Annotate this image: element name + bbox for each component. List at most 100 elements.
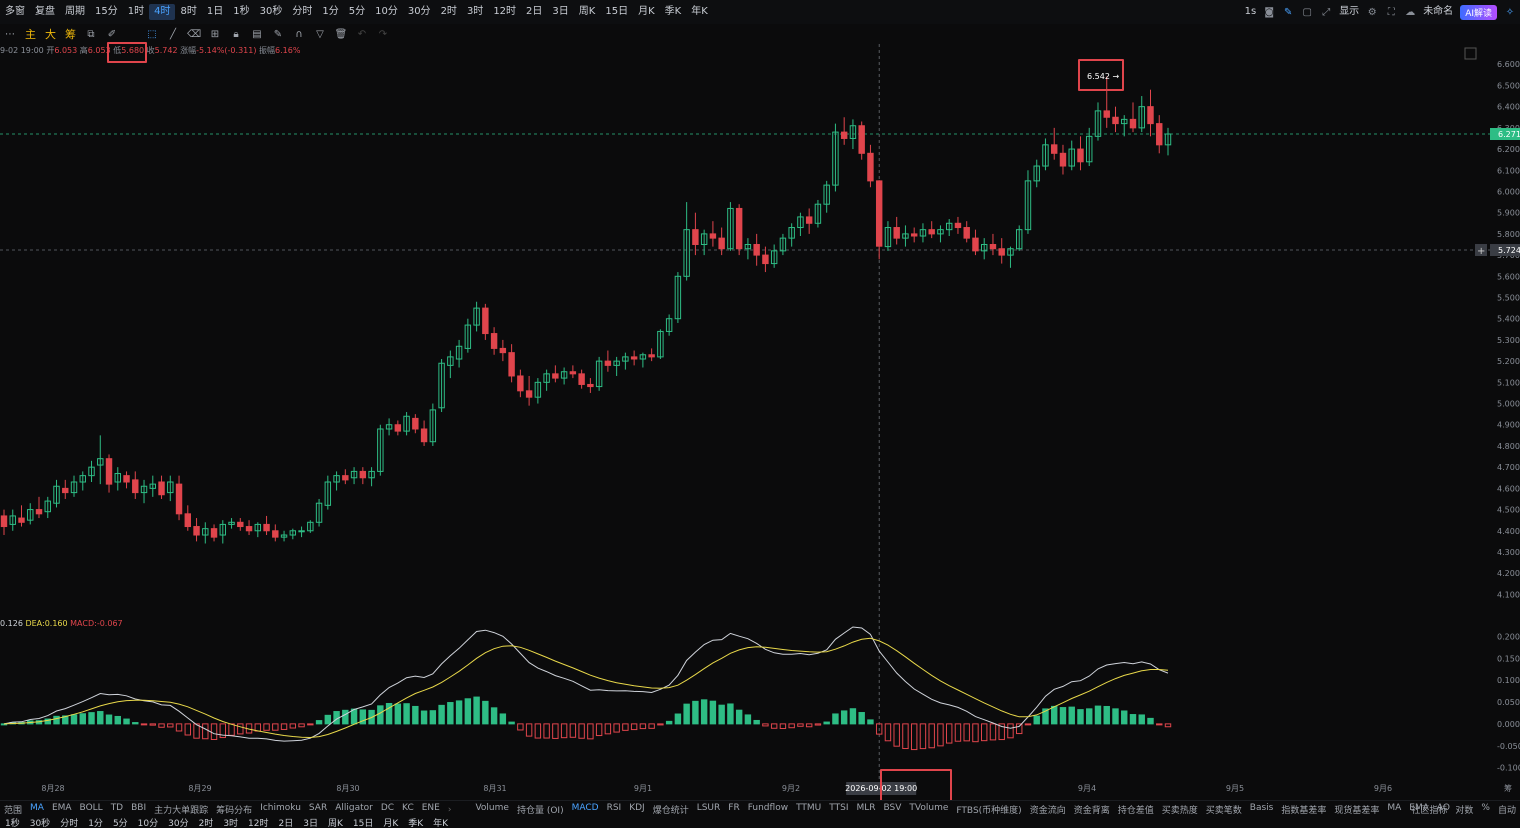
sub-indicator-16[interactable]: 资金背离 <box>1070 803 1114 816</box>
main-indicator-6[interactable]: 主力大单跟踪 <box>150 803 212 816</box>
candle-body <box>263 523 270 532</box>
bottom-interval-4[interactable]: 5分 <box>108 817 133 828</box>
macd-histogram-bar <box>762 723 769 727</box>
candle-body <box>910 233 918 237</box>
bottom-interval-12[interactable]: 周K <box>323 817 348 828</box>
sub-indicator-6[interactable]: LSUR <box>693 803 725 816</box>
macd-legend: 0.126 DEA:0.160 MACD:-0.067 <box>0 619 123 628</box>
bottom-interval-8[interactable]: 3时 <box>218 817 243 828</box>
main-indicator-9[interactable]: SAR <box>305 803 331 816</box>
bottom-interval-1[interactable]: 30秒 <box>25 817 55 828</box>
main-indicator-10[interactable]: Alligator <box>331 803 377 816</box>
candle-body <box>35 509 43 515</box>
macd-histogram-bar <box>1077 709 1084 725</box>
candle-body <box>587 383 594 388</box>
price-tick: 4.600 <box>1497 484 1520 493</box>
sub-indicator-17[interactable]: 持仓差值 <box>1114 803 1158 816</box>
main-indicator-2[interactable]: EMA <box>48 803 76 816</box>
max-highlight-box <box>1078 59 1124 91</box>
bottom-interval-16[interactable]: 年K <box>428 817 453 828</box>
macd-histogram-bar <box>53 715 60 725</box>
candle-body <box>499 347 507 354</box>
main-indicator-3[interactable]: BOLL <box>76 803 107 816</box>
sub-indicator-8[interactable]: Fundflow <box>744 803 792 816</box>
macd-histogram-bar <box>88 712 95 725</box>
macd-histogram-bar <box>1121 710 1128 725</box>
main-indicator-7[interactable]: 筹码分布 <box>212 803 256 816</box>
bottom-interval-13[interactable]: 15日 <box>348 817 378 828</box>
bottom-interval-2[interactable]: 分时 <box>55 817 83 828</box>
price-tick: 4.900 <box>1497 421 1520 430</box>
macd-histogram-bar <box>429 710 437 725</box>
bottom-interval-7[interactable]: 2时 <box>194 817 219 828</box>
sub-indicator-2[interactable]: MACD <box>568 803 603 816</box>
candle-body <box>1129 118 1137 129</box>
sub-indicator-5[interactable]: 爆仓统计 <box>649 803 693 816</box>
macd-histogram-bar <box>788 723 795 729</box>
bottom-interval-15[interactable]: 季K <box>403 817 428 828</box>
macd-histogram-bar <box>858 712 865 725</box>
bottom-interval-3[interactable]: 1分 <box>83 817 108 828</box>
macd-histogram-bar <box>140 723 148 726</box>
sub-indicator-15[interactable]: 资金流向 <box>1026 803 1070 816</box>
bottom-interval-9[interactable]: 12时 <box>243 817 273 828</box>
sub-indicator-1[interactable]: 持仓量 (OI) <box>513 803 568 816</box>
sub-indicator-4[interactable]: KDJ <box>625 803 649 816</box>
macd-tick: 0.200 <box>1497 632 1520 641</box>
macd-histogram-bar <box>902 723 909 750</box>
bottom-interval-5[interactable]: 10分 <box>133 817 163 828</box>
bottom-interval-0[interactable]: 1秒 <box>0 817 25 828</box>
main-indicator-0[interactable]: 范围 <box>0 803 26 816</box>
candle-body <box>123 475 130 483</box>
sub-indicator-18[interactable]: 买卖热度 <box>1158 803 1202 816</box>
main-indicator-12[interactable]: KC <box>398 803 418 816</box>
sub-indicator-3[interactable]: RSI <box>603 803 626 816</box>
time-label: 9月6 <box>1374 784 1392 793</box>
main-indicator-13[interactable]: ENE <box>418 803 444 816</box>
main-indicator-1[interactable]: MA <box>26 803 48 816</box>
time-label: 9月4 <box>1078 784 1096 793</box>
bottom-interval-10[interactable]: 2日 <box>274 817 299 828</box>
macd-histogram-bar <box>980 723 988 742</box>
sub-indicator-20[interactable]: Basis <box>1246 803 1278 816</box>
candle-body <box>1103 110 1110 118</box>
sub-indicator-12[interactable]: BSV <box>880 803 906 816</box>
indicator-option-2[interactable]: % <box>1477 803 1494 816</box>
sub-indicator-7[interactable]: FR <box>724 803 743 816</box>
bottom-interval-6[interactable]: 30分 <box>163 817 193 828</box>
price-chart[interactable]: 6.6006.5006.4006.3006.2006.1006.0005.900… <box>0 0 1520 800</box>
macd-histogram-bar <box>569 723 577 738</box>
price-tick: 4.500 <box>1497 506 1520 515</box>
bottom-interval-11[interactable]: 3日 <box>298 817 323 828</box>
indicator-option-1[interactable]: 对数 <box>1451 803 1477 816</box>
sub-indicator-14[interactable]: FTBS(币种维度) <box>952 803 1025 816</box>
sub-indicator-19[interactable]: 买卖笔数 <box>1202 803 1246 816</box>
sub-indicator-11[interactable]: MLR <box>852 803 879 816</box>
sub-indicator-13[interactable]: TVolume <box>905 803 952 816</box>
macd-histogram-bar <box>1147 717 1154 725</box>
main-indicator-8[interactable]: Ichimoku <box>256 803 305 816</box>
indicator-option-0[interactable]: 社区指标 <box>1407 803 1451 816</box>
macd-histogram-bar <box>543 723 550 739</box>
macd-histogram-bar <box>613 723 620 733</box>
sub-indicator-0[interactable]: Volume <box>471 803 512 816</box>
crosshair-price-label: 5.724 <box>1498 246 1520 255</box>
macd-histogram-bar <box>377 705 384 725</box>
main-indicator-4[interactable]: TD <box>107 803 127 816</box>
sub-indicator-22[interactable]: 现货基差率 <box>1330 803 1383 816</box>
sub-indicator-23[interactable]: MA <box>1383 803 1405 816</box>
macd-histogram-bar <box>1051 705 1058 725</box>
sub-indicator-10[interactable]: TTSI <box>825 803 852 816</box>
main-indicator-5[interactable]: BBI <box>127 803 150 816</box>
candle-body <box>420 428 428 443</box>
candle-body <box>62 487 69 494</box>
candle-body <box>132 479 139 494</box>
bottom-interval-14[interactable]: 月K <box>378 817 403 828</box>
indicator-option-3[interactable]: 自动 <box>1494 803 1520 816</box>
main-indicator-11[interactable]: DC <box>377 803 398 816</box>
candle-body <box>0 515 8 528</box>
sub-indicator-21[interactable]: 指数基差率 <box>1277 803 1330 816</box>
sub-indicator-9[interactable]: TTMU <box>792 803 825 816</box>
chevron-right-icon[interactable]: › <box>444 805 456 815</box>
time-label: 9月5 <box>1226 784 1244 793</box>
